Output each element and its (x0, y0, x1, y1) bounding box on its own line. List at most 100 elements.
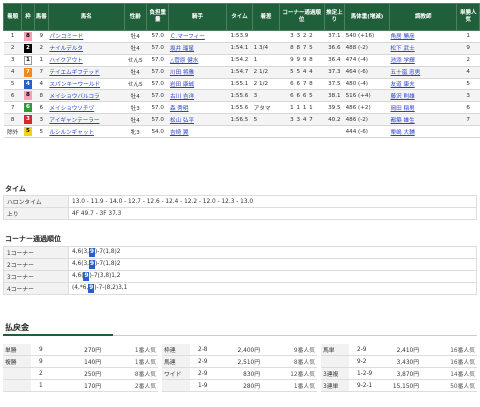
jockey-link[interactable]: 森 秀明 (170, 106, 189, 112)
horse-name-cell[interactable]: テイエムギフテッド (48, 66, 124, 79)
body-weight-cell: 486 (-2) (344, 113, 390, 127)
trainer-link[interactable]: 栗嶋 大輔 (391, 130, 415, 136)
body-weight-cell: 516 (+4) (344, 89, 390, 103)
sex-age-cell: 牡4 (124, 30, 147, 43)
rank-cell: 1 (3, 30, 22, 43)
corner-key: 4コーナー (3, 282, 69, 295)
bet-type-label: 単勝 (3, 344, 31, 356)
bet-combination: 1-2-9 (349, 367, 379, 380)
horse-name-link[interactable]: テイエムギフテッド (49, 70, 99, 76)
payout-section-title: 払戻金 (5, 323, 29, 332)
corner-row: 4コーナー (4,*6,9)-7-(8,2)3,1 (3, 282, 477, 295)
jockey-link[interactable]: 古川 吉洋 (170, 94, 194, 100)
horse-name-cell[interactable]: ルシルンギャット (48, 125, 124, 139)
trainer-cell[interactable]: 松下 武士 (389, 42, 457, 55)
horse-number-cell: 4 (34, 78, 49, 91)
corner-positions-cell: 6 6 6 5 (279, 89, 325, 103)
sex-age-cell: 牝3 (124, 125, 147, 139)
horse-name-link[interactable]: メイショウソチヅ (49, 106, 94, 112)
horse-name-cell[interactable]: ハイクアウト (48, 54, 124, 67)
jockey-link[interactable]: 川田 将雅 (170, 70, 194, 76)
popularity-cell: 2 (456, 54, 480, 67)
trainer-cell[interactable]: 栗嶋 大輔 (389, 125, 457, 139)
jockey-cell[interactable]: 古川 吉洋 (168, 89, 227, 103)
bet-type-label (3, 379, 31, 392)
trainer-link[interactable]: 藤沢 則雄 (391, 94, 415, 100)
jockey-cell[interactable]: Ｃ.マーフィー (168, 30, 227, 43)
horse-name-cell[interactable]: スパンキーワールド (48, 78, 124, 91)
trainer-link[interactable]: 池添 学輝 (391, 58, 415, 64)
jockey-cell[interactable]: 坂井 瑠星 (168, 42, 227, 55)
corner-key: 3コーナー (3, 270, 69, 283)
payout-title-underline (3, 334, 113, 336)
payout-row: 馬単 2-9 2,410円 16番人気 (321, 344, 477, 356)
trainer-link[interactable]: 友道 康夫 (391, 82, 415, 88)
time-cell: 1:54.7 (226, 66, 253, 79)
waku-badge: 3 (24, 115, 32, 125)
corner-order-pre: 4,6( (72, 273, 84, 279)
trainer-cell[interactable]: 岡田 稲男 (389, 101, 457, 115)
jockey-cell[interactable]: △菅原 健水 (168, 54, 227, 67)
jockey-link[interactable]: 坂井 瑠星 (170, 46, 194, 52)
popularity-cell: 9 (456, 42, 480, 55)
trainer-cell[interactable]: 藤沢 則雄 (389, 89, 457, 103)
rank-cell: 6 (3, 89, 22, 103)
trainer-link[interactable]: 五十嵐 忠男 (391, 70, 421, 76)
jockey-cell[interactable]: 森 秀明 (168, 101, 227, 115)
horse-name-cell[interactable]: パンコミード (48, 30, 124, 43)
jockey-link[interactable]: Ｃ.マーフィー (170, 34, 205, 40)
horse-name-link[interactable]: ハイクアウト (49, 58, 82, 64)
weight-cell: 57.0 (146, 89, 169, 103)
jockey-cell[interactable]: 川田 将雅 (168, 66, 227, 79)
corner-row: 3コーナー 4,6(9)-7(3,8)1,2 (3, 270, 477, 283)
payout-row: 1-9 280円 1番人気 (162, 379, 317, 392)
horse-name-cell[interactable]: メイショウソチヅ (48, 101, 124, 115)
horse-name-link[interactable]: パンコミード (49, 34, 83, 40)
horse-name-link[interactable]: メイショウバルコラ (49, 94, 99, 100)
trainer-cell[interactable]: 友道 康夫 (389, 78, 457, 91)
horse-name-link[interactable]: ルシルンギャット (49, 130, 94, 136)
horse-name-cell[interactable]: メイショウバルコラ (48, 89, 124, 103)
jockey-link[interactable]: 岩田 康誠 (170, 82, 194, 88)
trainer-link[interactable]: 角居 勝彦 (391, 34, 415, 40)
payout-amount: 170円 (61, 379, 103, 392)
trainer-link[interactable]: 岡田 稲男 (391, 106, 415, 112)
horse-name-link[interactable]: ナイルデルタ (49, 46, 83, 52)
corner-key: 1コーナー (3, 246, 69, 259)
jockey-link[interactable]: 吉崎 翼 (170, 130, 189, 136)
results-header-row: 着順 枠 馬番 馬名 性齢 負担重量 騎手 タイム 着差 コーナー通過順位 推定… (2, 3, 480, 31)
trainer-cell[interactable]: 都築 雄生 (389, 113, 457, 127)
trainer-cell[interactable]: 角居 勝彦 (389, 30, 457, 43)
waku-cell: 4 (21, 78, 35, 91)
waku-cell: 6 (21, 101, 35, 115)
horse-name-link[interactable]: スパンキーワールド (49, 82, 100, 88)
jockey-cell[interactable]: 松山 弘平 (168, 113, 227, 127)
horse-number-cell: 1 (34, 54, 49, 67)
jockey-cell[interactable]: 岩田 康誠 (168, 78, 227, 91)
last3f-cell: 37.3 (324, 66, 345, 79)
jockey-link[interactable]: △菅原 健水 (170, 58, 198, 64)
jockey-cell[interactable]: 吉崎 翼 (168, 125, 227, 139)
jockey-link[interactable]: 松山 弘平 (170, 118, 194, 124)
horse-name-cell[interactable]: アイギャンテーラー (48, 113, 124, 127)
waku-cell: 1 (21, 54, 35, 67)
payout-row: 9-2 3,430円 16番人気 (321, 355, 477, 368)
trainer-link[interactable]: 松下 武士 (391, 46, 415, 52)
trainer-cell[interactable]: 五十嵐 忠男 (389, 66, 457, 79)
bet-combination: 9 (31, 355, 61, 368)
horse-number-cell: 8 (34, 89, 49, 103)
payout-divider (113, 335, 477, 336)
bet-type-label: 馬単 (321, 344, 349, 356)
payout-table-exacta-trifecta: 馬単 2-9 2,410円 16番人気 9-2 3,430円 16番人気 3連複 1-2-9 3,… (321, 344, 477, 392)
weight-cell: 57.0 (146, 78, 169, 91)
body-weight-cell: 488 (-2) (344, 42, 390, 55)
sex-age-cell: 牡4 (124, 42, 147, 55)
corner-positions-cell (279, 125, 325, 139)
time-cell: 1:55.6 (226, 101, 253, 115)
popularity-cell: 1 (456, 30, 480, 43)
horse-name-link[interactable]: アイギャンテーラー (49, 118, 99, 124)
trainer-link[interactable]: 都築 雄生 (391, 118, 415, 124)
lap-table: ハロンタイム 13.0 - 11.9 - 14.0 - 12.7 - 12.6 … (3, 195, 477, 220)
trainer-cell[interactable]: 池添 学輝 (389, 54, 457, 67)
horse-name-cell[interactable]: ナイルデルタ (48, 42, 124, 55)
